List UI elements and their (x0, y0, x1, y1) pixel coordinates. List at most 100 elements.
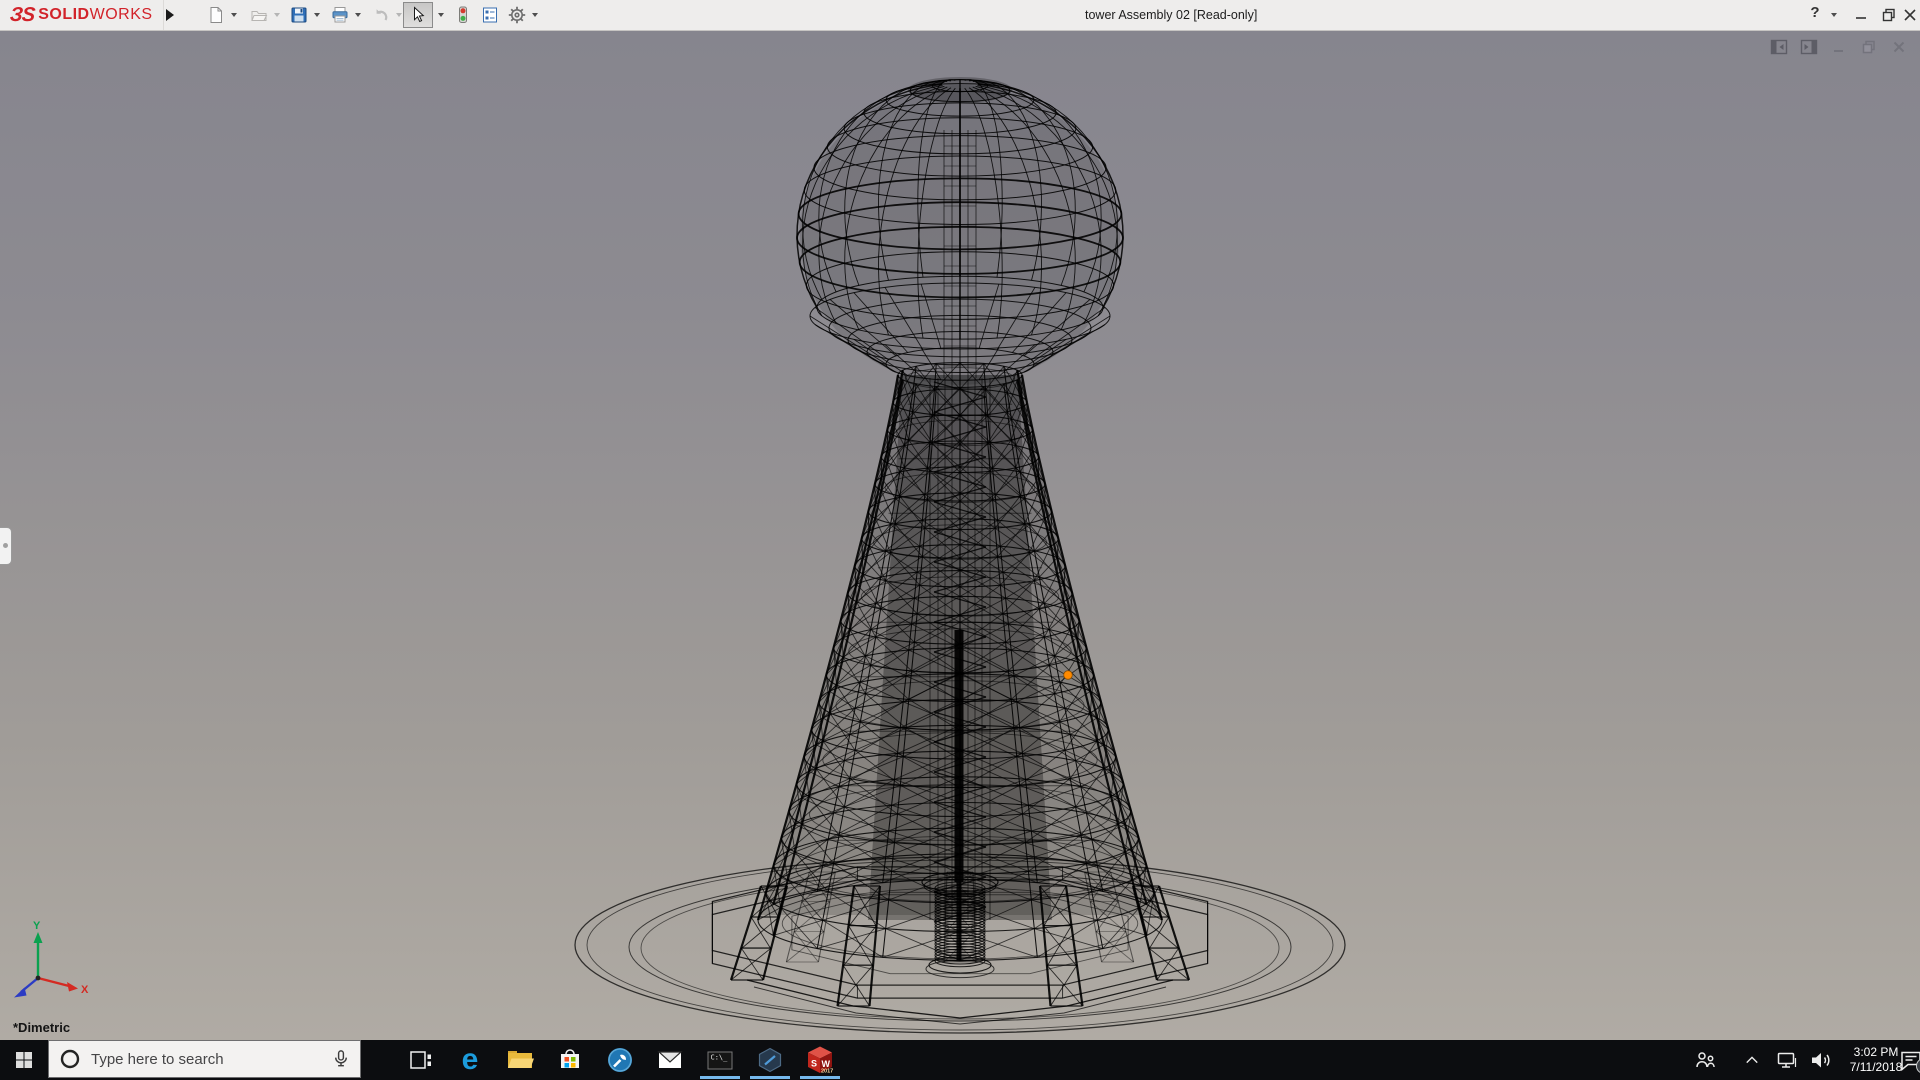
file-explorer-icon (505, 1045, 535, 1075)
options-dropdown[interactable] (532, 13, 538, 17)
solidworks-logo: ЗS SOLIDWORKS (6, 0, 164, 30)
triad-y-label: Y (33, 920, 41, 932)
pane-left-icon (1769, 37, 1789, 57)
triad-x-label: X (81, 984, 89, 996)
undo-dropdown[interactable] (396, 13, 402, 17)
taskbar-item-help-tool[interactable] (604, 1044, 636, 1076)
task-view-icon (407, 1047, 433, 1073)
edge-icon: e (462, 1045, 479, 1075)
minimize-button[interactable] (1850, 4, 1872, 26)
hexagon-app-icon (755, 1045, 785, 1075)
collapse-left-pane-button[interactable] (1768, 36, 1790, 58)
volume-button[interactable] (1808, 1048, 1834, 1072)
close-button[interactable] (1899, 4, 1920, 26)
solidworks-logo-mark: ЗS (9, 4, 36, 27)
selection-point[interactable] (1064, 671, 1073, 680)
taskbar-item-edge[interactable]: e (454, 1044, 486, 1076)
doc-minimize-icon (1829, 37, 1849, 57)
save-dropdown[interactable] (314, 13, 320, 17)
new-document-dropdown[interactable] (231, 13, 237, 17)
open-button[interactable] (246, 2, 272, 28)
command-prompt-icon: C:\_ (705, 1045, 735, 1075)
print-button[interactable] (327, 2, 353, 28)
tower-assembly-model[interactable] (575, 77, 1345, 1033)
tray-expand-button[interactable] (1742, 1048, 1762, 1072)
help-dropdown[interactable] (1831, 13, 1837, 17)
sw-icon-year: 2017 (821, 1069, 833, 1075)
doc-restore-icon (1859, 37, 1879, 57)
taskbar-item-store[interactable] (554, 1044, 586, 1076)
document-window-controls (1768, 36, 1910, 58)
sw-icon-letter-s: S (811, 1059, 817, 1069)
taskbar-item-command-prompt[interactable]: C:\_ (704, 1044, 736, 1076)
taskbar-search-box[interactable]: Type here to search (48, 1040, 361, 1078)
sw-icon-letter-w: W (822, 1059, 831, 1069)
graphics-area[interactable]: Y X *Dimetric (0, 30, 1920, 1040)
select-cursor-icon (409, 6, 427, 24)
open-app-indicator (800, 1076, 840, 1079)
select-tool-button[interactable] (403, 2, 433, 28)
new-document-icon (207, 6, 225, 24)
desktop: { "titlebar": { "logo_mark": "ЗS", "logo… (0, 0, 1920, 1080)
solidworks-2017-icon: S W 2017 (804, 1044, 836, 1076)
taskbar-item-file-explorer[interactable] (504, 1044, 536, 1076)
microphone-icon[interactable] (330, 1048, 352, 1070)
open-app-indicator (750, 1076, 790, 1079)
window-title: tower Assembly 02 [Read-only] (1085, 8, 1257, 22)
start-button[interactable] (0, 1040, 48, 1080)
open-app-indicator (700, 1076, 740, 1079)
document-restore-button[interactable] (1858, 36, 1880, 58)
mail-icon (655, 1045, 685, 1075)
titlebar: ЗS SOLIDWORKS tower Assembly 02 [Read-on… (0, 0, 1920, 31)
taskbar-item-mail[interactable] (654, 1044, 686, 1076)
print-icon (331, 6, 349, 24)
file-properties-button[interactable] (477, 2, 503, 28)
close-icon (1900, 5, 1920, 25)
gear-icon (507, 5, 527, 25)
task-view-button[interactable] (404, 1044, 436, 1076)
help-button[interactable]: ? (1805, 4, 1825, 21)
wrench-circle-icon (605, 1045, 635, 1075)
new-document-button[interactable] (203, 2, 229, 28)
triad-z-arrow (14, 988, 27, 998)
options-button[interactable] (504, 2, 530, 28)
restore-icon (1879, 5, 1899, 25)
pane-right-icon (1799, 37, 1819, 57)
rebuild-button[interactable] (450, 2, 476, 28)
minimize-icon (1851, 5, 1871, 25)
collapse-right-pane-button[interactable] (1798, 36, 1820, 58)
solidworks-logo-works: WORKS (90, 6, 153, 24)
featuremanager-collapsed-tab[interactable] (0, 527, 12, 565)
taskbar-item-hexagon-app[interactable] (754, 1044, 786, 1076)
save-button[interactable] (286, 2, 312, 28)
model-view[interactable]: Y X (0, 30, 1920, 1040)
speaker-icon (1808, 1048, 1834, 1072)
restore-button[interactable] (1878, 4, 1900, 26)
undo-button[interactable] (368, 2, 394, 28)
tab-dot (3, 543, 8, 548)
view-orientation-label: *Dimetric (13, 1020, 70, 1035)
people-icon (1693, 1049, 1717, 1071)
doc-close-icon (1889, 37, 1909, 57)
print-dropdown[interactable] (355, 13, 361, 17)
windows-logo-icon (13, 1049, 35, 1071)
windows-taskbar: Type here to search e C:\_ S W 2017 (0, 1040, 1920, 1080)
open-dropdown[interactable] (274, 13, 280, 17)
network-status-button[interactable] (1774, 1048, 1800, 1072)
menu-flyout-arrow-icon[interactable] (166, 9, 174, 21)
document-minimize-button[interactable] (1828, 36, 1850, 58)
select-tool-dropdown[interactable] (438, 13, 444, 17)
orientation-triad: Y X (14, 920, 89, 998)
taskbar-item-solidworks[interactable]: S W 2017 (804, 1044, 836, 1076)
open-folder-icon (250, 6, 268, 24)
store-icon (555, 1045, 585, 1075)
triad-x-arrow (67, 982, 78, 992)
document-close-button[interactable] (1888, 36, 1910, 58)
undo-icon (372, 6, 390, 24)
chevron-up-icon (1743, 1051, 1761, 1069)
file-properties-icon (481, 6, 499, 24)
save-floppy-icon (290, 6, 308, 24)
solidworks-logo-solid: SOLID (38, 6, 89, 24)
people-button[interactable] (1692, 1048, 1718, 1072)
cmd-icon-text: C:\_ (711, 1054, 729, 1062)
